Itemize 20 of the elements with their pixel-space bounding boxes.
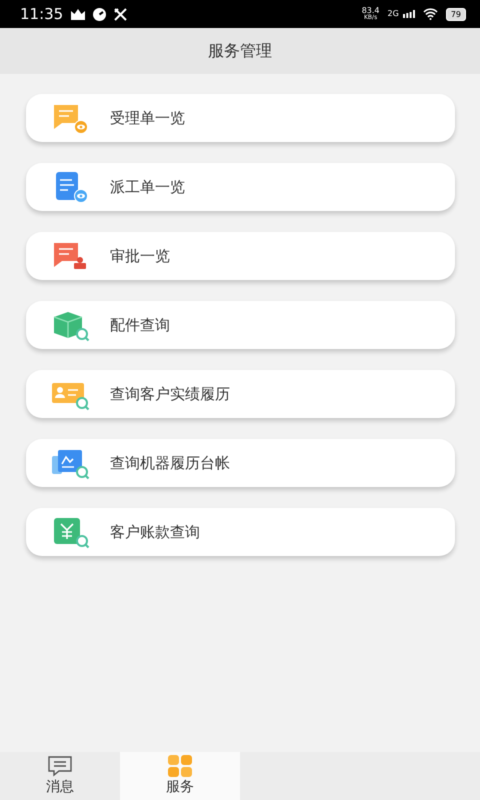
menu-item[interactable]: 配件查询 (26, 301, 455, 349)
grid-icon (167, 754, 193, 776)
tools-icon (114, 8, 128, 20)
page-title: 服务管理 (208, 40, 272, 62)
crown-icon (71, 8, 86, 20)
menu-item[interactable]: 受理单一览 (26, 94, 455, 142)
gauge-icon (93, 8, 106, 20)
message-icon (47, 754, 73, 776)
nav-tab[interactable]: 服务 (120, 752, 240, 800)
menu-item[interactable]: 查询机器履历台帐 (26, 439, 455, 487)
menu-item[interactable]: 派工单一览 (26, 163, 455, 211)
battery-indicator: 79 (446, 8, 466, 20)
network-type: 2G (388, 10, 399, 18)
menu-item[interactable]: 审批一览 (26, 232, 455, 280)
network-speed: 83.4 (362, 7, 380, 15)
signal-icon (402, 10, 415, 18)
status-time: 11:35 (20, 4, 64, 25)
menu-item[interactable]: 客户账款查询 (26, 508, 455, 556)
wifi-icon (422, 8, 438, 20)
menu-item[interactable]: 查询客户实绩履历 (26, 370, 455, 418)
